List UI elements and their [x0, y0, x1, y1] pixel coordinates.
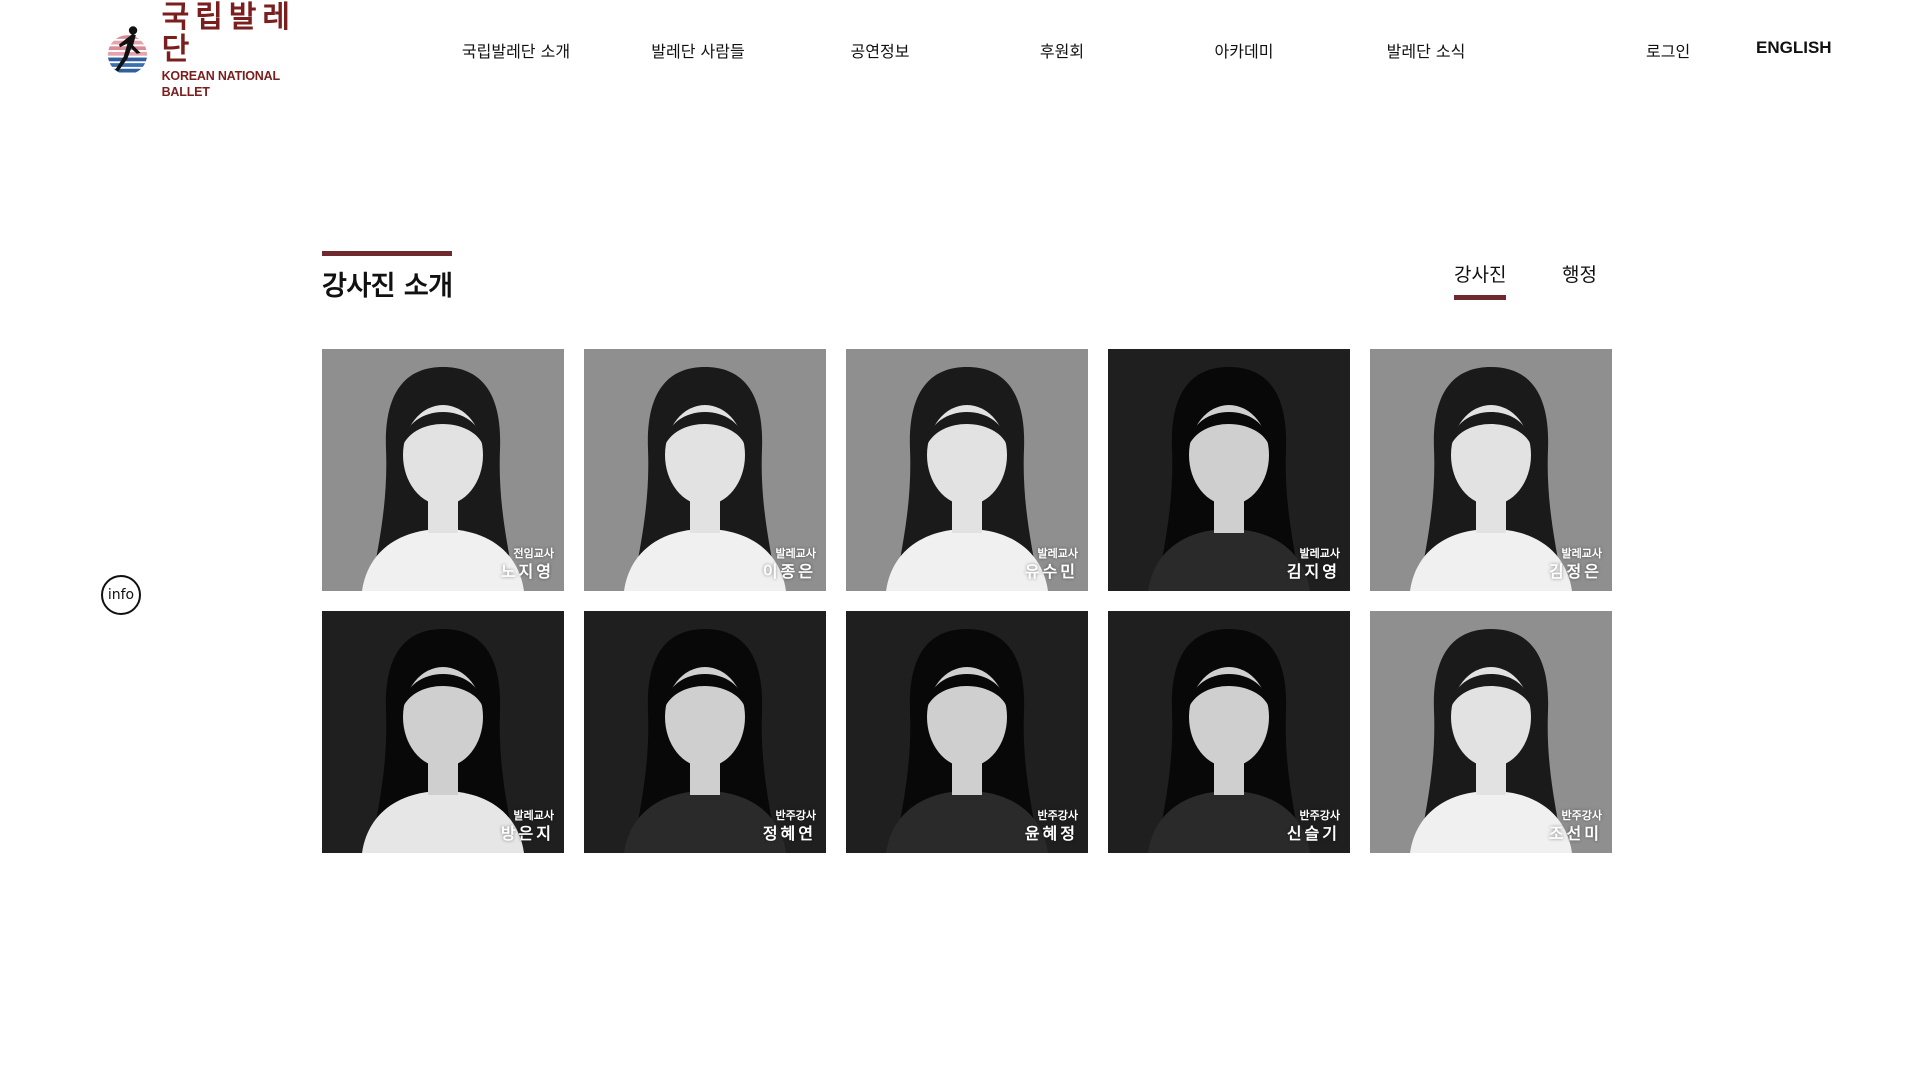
instructor-role: 발레교사	[513, 809, 554, 822]
instructor-caption: 반주강사 조선미	[1549, 809, 1602, 845]
instructor-role: 반주강사	[1561, 809, 1602, 822]
instructor-name: 유수민	[1024, 562, 1078, 581]
nav-item-performances[interactable]: 공연정보	[851, 38, 910, 62]
section-accent-bar	[322, 251, 452, 256]
instructor-card[interactable]: 전임교사 노지영	[322, 349, 564, 591]
instructor-role: 전임교사	[513, 547, 554, 560]
site-header: 국립발레단 KOREAN NATIONAL BALLET 국립발레단 소개 발레…	[0, 0, 1920, 100]
instructor-caption: 발레교사 방은지	[501, 809, 554, 845]
login-link[interactable]: 로그인	[1646, 38, 1690, 62]
page-title: 강사진 소개	[322, 271, 453, 302]
nav-item-people[interactable]: 발레단 사람들	[651, 38, 744, 62]
instructor-name: 윤혜정	[1024, 824, 1078, 843]
english-link[interactable]: ENGLISH	[1756, 38, 1832, 58]
nav-item-sponsors[interactable]: 후원회	[1040, 38, 1084, 62]
instructor-role: 발레교사	[775, 547, 816, 560]
instructor-card[interactable]: 발레교사 이종은	[584, 349, 826, 591]
instructor-card[interactable]: 발레교사 방은지	[322, 611, 564, 853]
instructor-card[interactable]: 반주강사 윤혜정	[846, 611, 1088, 853]
instructor-card[interactable]: 발레교사 유수민	[846, 349, 1088, 591]
nav-item-news[interactable]: 발레단 소식	[1387, 38, 1466, 62]
instructor-role: 발레교사	[1037, 547, 1078, 560]
instructor-card[interactable]: 발레교사 김지영	[1108, 349, 1350, 591]
instructor-role: 반주강사	[775, 809, 816, 822]
info-button[interactable]: info	[101, 575, 141, 615]
instructor-role: 반주강사	[1299, 809, 1340, 822]
instructor-name: 신슬기	[1286, 824, 1340, 843]
instructor-caption: 반주강사 윤혜정	[1025, 809, 1078, 845]
instructor-caption: 발레교사 이종은	[763, 547, 816, 583]
instructor-name: 김지영	[1286, 562, 1340, 581]
nav-item-about[interactable]: 국립발레단 소개	[462, 38, 570, 62]
instructor-role: 발레교사	[1299, 547, 1340, 560]
instructor-caption: 발레교사 유수민	[1025, 547, 1078, 583]
instructor-name: 이종은	[762, 562, 816, 581]
nav-item-academy[interactable]: 아카데미	[1215, 38, 1274, 62]
instructor-caption: 발레교사 김지영	[1287, 547, 1340, 583]
instructor-card[interactable]: 반주강사 정혜연	[584, 611, 826, 853]
instructor-name: 방은지	[500, 824, 554, 843]
main-navigation: 국립발레단 소개 발레단 사람들 공연정보 후원회 아카데미 발레단 소식 로그…	[0, 38, 1920, 62]
instructor-name: 노지영	[500, 562, 554, 581]
tab-instructors[interactable]: 강사진	[1454, 260, 1507, 300]
instructor-card[interactable]: 반주강사 조선미	[1370, 611, 1612, 853]
tab-administration[interactable]: 행정	[1562, 260, 1597, 295]
instructor-role: 반주강사	[1037, 809, 1078, 822]
instructor-card[interactable]: 발레교사 김정은	[1370, 349, 1612, 591]
instructor-name: 정혜연	[762, 824, 816, 843]
instructor-name: 조선미	[1548, 824, 1602, 843]
instructor-role: 발레교사	[1561, 547, 1602, 560]
instructor-card[interactable]: 반주강사 신슬기	[1108, 611, 1350, 853]
instructor-caption: 발레교사 김정은	[1549, 547, 1602, 583]
instructor-caption: 반주강사 정혜연	[763, 809, 816, 845]
instructor-name: 김정은	[1548, 562, 1602, 581]
logo-english: KOREAN NATIONAL BALLET	[161, 69, 280, 99]
instructor-caption: 전임교사 노지영	[501, 547, 554, 583]
instructor-caption: 반주강사 신슬기	[1287, 809, 1340, 845]
